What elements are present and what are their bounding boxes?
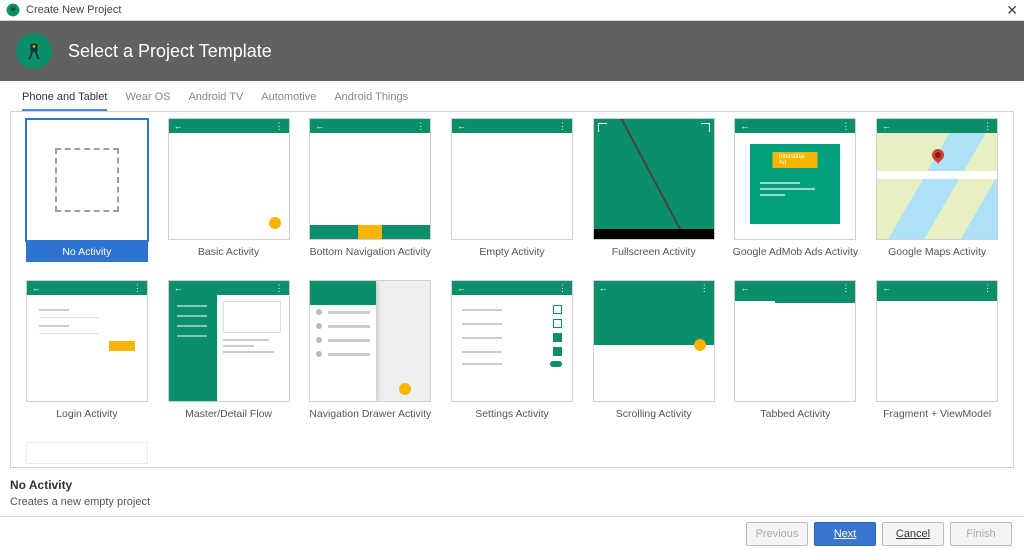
tab-phone-and-tablet[interactable]: Phone and Tablet [22,91,107,111]
tab-android-tv[interactable]: Android TV [188,91,243,111]
selected-label: No Activity [26,242,148,262]
finish-button[interactable]: Finish [950,522,1012,546]
wizard-header: Select a Project Template [0,21,1024,81]
cancel-button[interactable]: Cancel [882,522,944,546]
template-no-activity[interactable]: No Activity No Activity [19,118,155,270]
template-overflow-placeholder[interactable] [19,442,155,464]
wizard-footer: Previous Next Cancel Finish [0,516,1024,550]
window-title: Create New Project [26,4,121,16]
template-basic-activity[interactable]: ←⋮ Basic Activity [161,118,297,270]
template-settings-activity[interactable]: ←⋮ Settings Activity [444,280,580,432]
platform-tabs: Phone and Tablet Wear OS Android TV Auto… [0,81,1024,111]
template-scrolling-activity[interactable]: ←⋮ Scrolling Activity [586,280,722,432]
template-login-activity[interactable]: ←⋮ Login Activity [19,280,155,432]
window-titlebar: Create New Project ✕ [0,0,1024,21]
selected-template-description: Creates a new empty project [10,496,1014,508]
template-tabbed-activity[interactable]: ←⋮ Tabbed Activity [728,280,864,432]
previous-button[interactable]: Previous [746,522,808,546]
template-empty-activity[interactable]: ←⋮ Empty Activity [444,118,580,270]
tab-android-things[interactable]: Android Things [334,91,408,111]
template-grid-scroll[interactable]: No Activity No Activity ←⋮ Basic Activit… [10,111,1014,468]
page-title: Select a Project Template [68,41,272,62]
template-google-maps-activity[interactable]: ←⋮ Google Maps Activity [869,118,1005,270]
next-button[interactable]: Next [814,522,876,546]
template-description: No Activity Creates a new empty project [0,468,1024,516]
template-fullscreen-activity[interactable]: Fullscreen Activity [586,118,722,270]
tab-automotive[interactable]: Automotive [261,91,316,111]
close-icon[interactable]: ✕ [1006,2,1018,19]
android-studio-icon [6,3,20,17]
tab-wear-os[interactable]: Wear OS [125,91,170,111]
template-bottom-navigation-activity[interactable]: ←⋮ Bottom Navigation Activity [302,118,438,270]
template-google-admob-ads-activity[interactable]: ←⋮ Interstitial Ad Google AdMob Ads Acti… [728,118,864,270]
template-fragment-viewmodel[interactable]: ←⋮ Fragment + ViewModel [869,280,1005,432]
template-master-detail-flow[interactable]: ←⋮ Master/Detail Flow [161,280,297,432]
android-studio-logo-icon [16,33,52,69]
template-navigation-drawer-activity[interactable]: Navigation Drawer Activity [302,280,438,432]
selected-template-title: No Activity [10,478,1014,492]
